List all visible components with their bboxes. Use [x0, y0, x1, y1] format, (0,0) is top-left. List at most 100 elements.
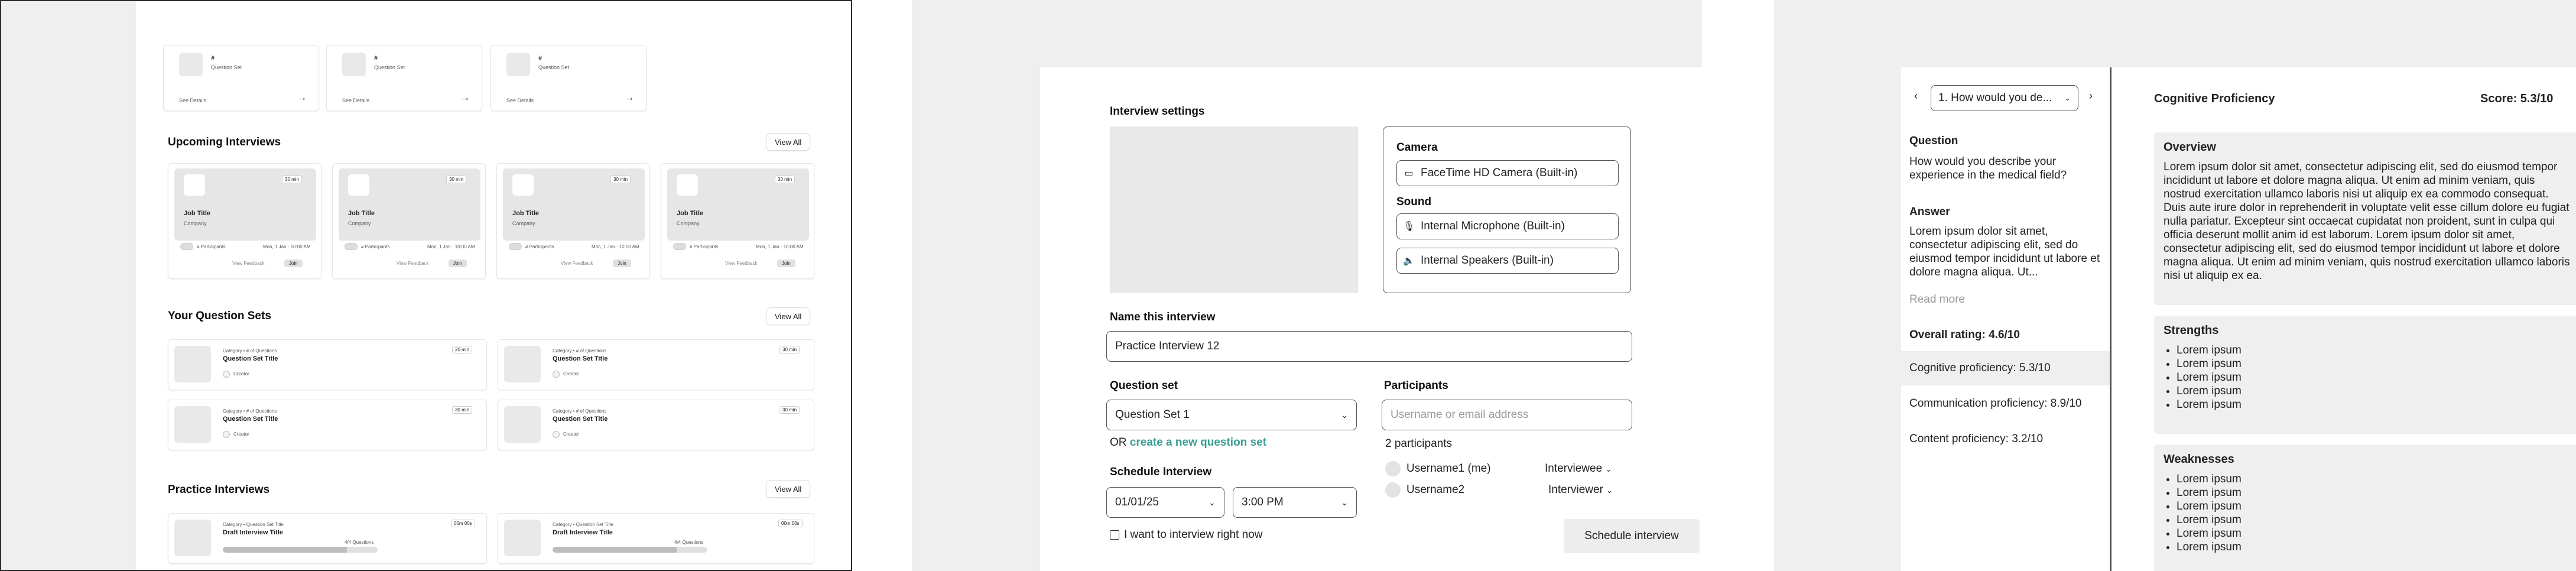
reminder-toggle[interactable]	[673, 243, 686, 250]
participant-role-select[interactable]: Interviewer ⌄	[1548, 484, 1613, 497]
join-button[interactable]: Join	[449, 259, 467, 267]
participant-name: Username1 (me)	[1406, 462, 1491, 475]
practice-interview-card[interactable]: Category • Question Set Title Draft Inte…	[498, 513, 814, 564]
view-feedback-button[interactable]: View Feedback	[228, 259, 269, 267]
participant-name: Username2	[1406, 484, 1465, 496]
arrow-right-icon[interactable]: →	[625, 93, 634, 103]
interview-now-label: I want to interview right now	[1124, 528, 1263, 541]
duration-badge: 30 min	[282, 176, 303, 183]
time-select[interactable]: 3:00 PM ⌄	[1233, 487, 1357, 518]
card-thumbnail	[506, 53, 530, 76]
join-button[interactable]: Join	[777, 259, 795, 267]
camera-label: Camera	[1396, 141, 1438, 154]
microphone-device-name: Internal Microphone (Built-in)	[1421, 220, 1565, 232]
avatar	[1385, 461, 1401, 476]
camera-preview	[1110, 126, 1358, 293]
participant-search-placeholder: Username or email address	[1391, 408, 1529, 421]
question-set-summary-card[interactable]: # Question Set See Details →	[163, 45, 319, 111]
card-icon-label: #	[211, 55, 215, 62]
view-feedback-button[interactable]: View Feedback	[556, 259, 598, 267]
list-item: Lorem ipsum	[2177, 486, 2570, 499]
creator-name: Creator	[233, 371, 249, 377]
see-details-link[interactable]: See Details	[506, 98, 534, 103]
score-item-cognitive[interactable]: Cognitive proficiency: 5.3/10	[1901, 351, 2110, 385]
list-item: Lorem ipsum	[2177, 357, 2570, 371]
upcoming-interviews-title: Upcoming Interviews	[168, 136, 281, 148]
upcoming-interview-card[interactable]: 30 min Job Title Company # Participants …	[168, 163, 321, 279]
next-question-icon[interactable]: ›	[2089, 90, 2093, 102]
question-set-meta: Category • # of Questions	[223, 408, 277, 414]
create-question-set-link[interactable]: create a new question set	[1130, 436, 1266, 449]
previous-question-icon[interactable]: ‹	[1914, 90, 1918, 102]
microphone-icon: 🎙	[1402, 222, 1415, 232]
view-feedback-button[interactable]: View Feedback	[392, 259, 434, 267]
settings-header: Interview settings	[1110, 105, 1205, 118]
progress-bar	[553, 547, 707, 553]
score-item-communication[interactable]: Communication proficiency: 8.9/10	[1901, 387, 2110, 421]
read-more-link[interactable]: Read more	[1909, 293, 1965, 306]
participants-count: # Participants	[197, 244, 226, 249]
list-item: Lorem ipsum	[2177, 527, 2570, 540]
question-set-card[interactable]: Category • # of Questions Question Set T…	[498, 400, 814, 450]
question-set-summary-card[interactable]: # Question Set See Details →	[490, 45, 647, 111]
reminder-toggle[interactable]	[345, 243, 358, 250]
speaker-select[interactable]: 🔈 Internal Speakers (Built-in)	[1396, 248, 1619, 274]
arrow-right-icon[interactable]: →	[460, 93, 470, 103]
question-set-card[interactable]: Category • # of Questions Question Set T…	[168, 339, 487, 390]
question-set-card[interactable]: Category • # of Questions Question Set T…	[168, 400, 487, 450]
participant-role-select[interactable]: Interviewee ⌄	[1545, 462, 1612, 475]
schedule-interview-button[interactable]: Schedule interview	[1564, 519, 1700, 553]
interview-name-input[interactable]: Practice Interview 12	[1106, 331, 1632, 362]
upcoming-interview-card[interactable]: 30 min Job Title Company # Participants …	[496, 163, 650, 279]
duration-badge: 30 min	[775, 176, 795, 183]
practice-view-all-button[interactable]: View All	[766, 480, 811, 498]
see-details-link[interactable]: See Details	[342, 98, 369, 103]
interview-now-checkbox[interactable]	[1110, 530, 1119, 540]
upcoming-interview-card[interactable]: 30 min Job Title Company # Participants …	[661, 163, 814, 279]
practice-interview-card[interactable]: Category • Question Set Title Draft Inte…	[168, 513, 487, 564]
practice-interviews-title: Practice Interviews	[168, 484, 270, 496]
upcoming-view-all-button[interactable]: View All	[766, 133, 811, 151]
question-select[interactable]: 1. How would you de... ⌄	[1931, 85, 2078, 111]
upcoming-interview-card[interactable]: 30 min Job Title Company # Participants …	[332, 163, 486, 279]
date-select[interactable]: 01/01/25 ⌄	[1106, 487, 1224, 518]
score-item-content[interactable]: Content proficiency: 3.2/10	[1901, 422, 2110, 456]
arrow-right-icon[interactable]: →	[297, 93, 307, 103]
feedback-content: ‹ 1. How would you de... ⌄ › Question Ho…	[1901, 67, 2576, 571]
question-set-value: Question Set 1	[1115, 408, 1190, 421]
question-set-summary-card[interactable]: # Question Set See Details →	[326, 45, 482, 111]
list-item: Lorem ipsum	[2177, 513, 2570, 527]
question-set-card[interactable]: Category • # of Questions Question Set T…	[498, 339, 814, 390]
camera-select[interactable]: ▭ FaceTime HD Camera (Built-in)	[1396, 160, 1619, 186]
duration-badge: 30 min	[779, 346, 800, 353]
practice-title: Draft Interview Title	[223, 529, 283, 536]
join-button[interactable]: Join	[613, 259, 631, 267]
duration-badge: 30 min	[610, 176, 631, 183]
join-button[interactable]: Join	[284, 259, 303, 267]
creator-name: Creator	[563, 371, 579, 377]
microphone-select[interactable]: 🎙 Internal Microphone (Built-in)	[1396, 213, 1619, 239]
see-details-link[interactable]: See Details	[179, 98, 206, 103]
question-set-meta: Category • # of Questions	[553, 408, 607, 414]
reminder-toggle[interactable]	[509, 243, 522, 250]
duration-badge: 30 min	[446, 176, 467, 183]
participant-role: Interviewer	[1548, 484, 1603, 496]
chevron-down-icon: ⌄	[1605, 465, 1612, 473]
question-label: Question	[1909, 135, 1958, 147]
question-set-select[interactable]: Question Set 1 ⌄	[1106, 400, 1357, 430]
reminder-toggle[interactable]	[180, 243, 193, 250]
chevron-down-icon: ⌄	[1606, 486, 1613, 495]
question-set-label: Question set	[1110, 379, 1178, 392]
speaker-device-name: Internal Speakers (Built-in)	[1421, 254, 1554, 267]
question-set-meta: Category • # of Questions	[223, 348, 277, 353]
company-logo	[512, 174, 534, 196]
feedback-panel: ‹ 1. How would you de... ⌄ › Question Ho…	[1774, 0, 2576, 571]
creator-avatar	[553, 371, 560, 378]
view-feedback-button[interactable]: View Feedback	[720, 259, 762, 267]
participants-label: Participants	[1384, 379, 1448, 392]
video-camera-icon: ▭	[1404, 168, 1414, 179]
question-sets-view-all-button[interactable]: View All	[766, 307, 811, 325]
participant-search-input[interactable]: Username or email address	[1382, 400, 1632, 430]
overview-title: Overview	[2164, 141, 2216, 154]
sound-label: Sound	[1396, 196, 1432, 208]
